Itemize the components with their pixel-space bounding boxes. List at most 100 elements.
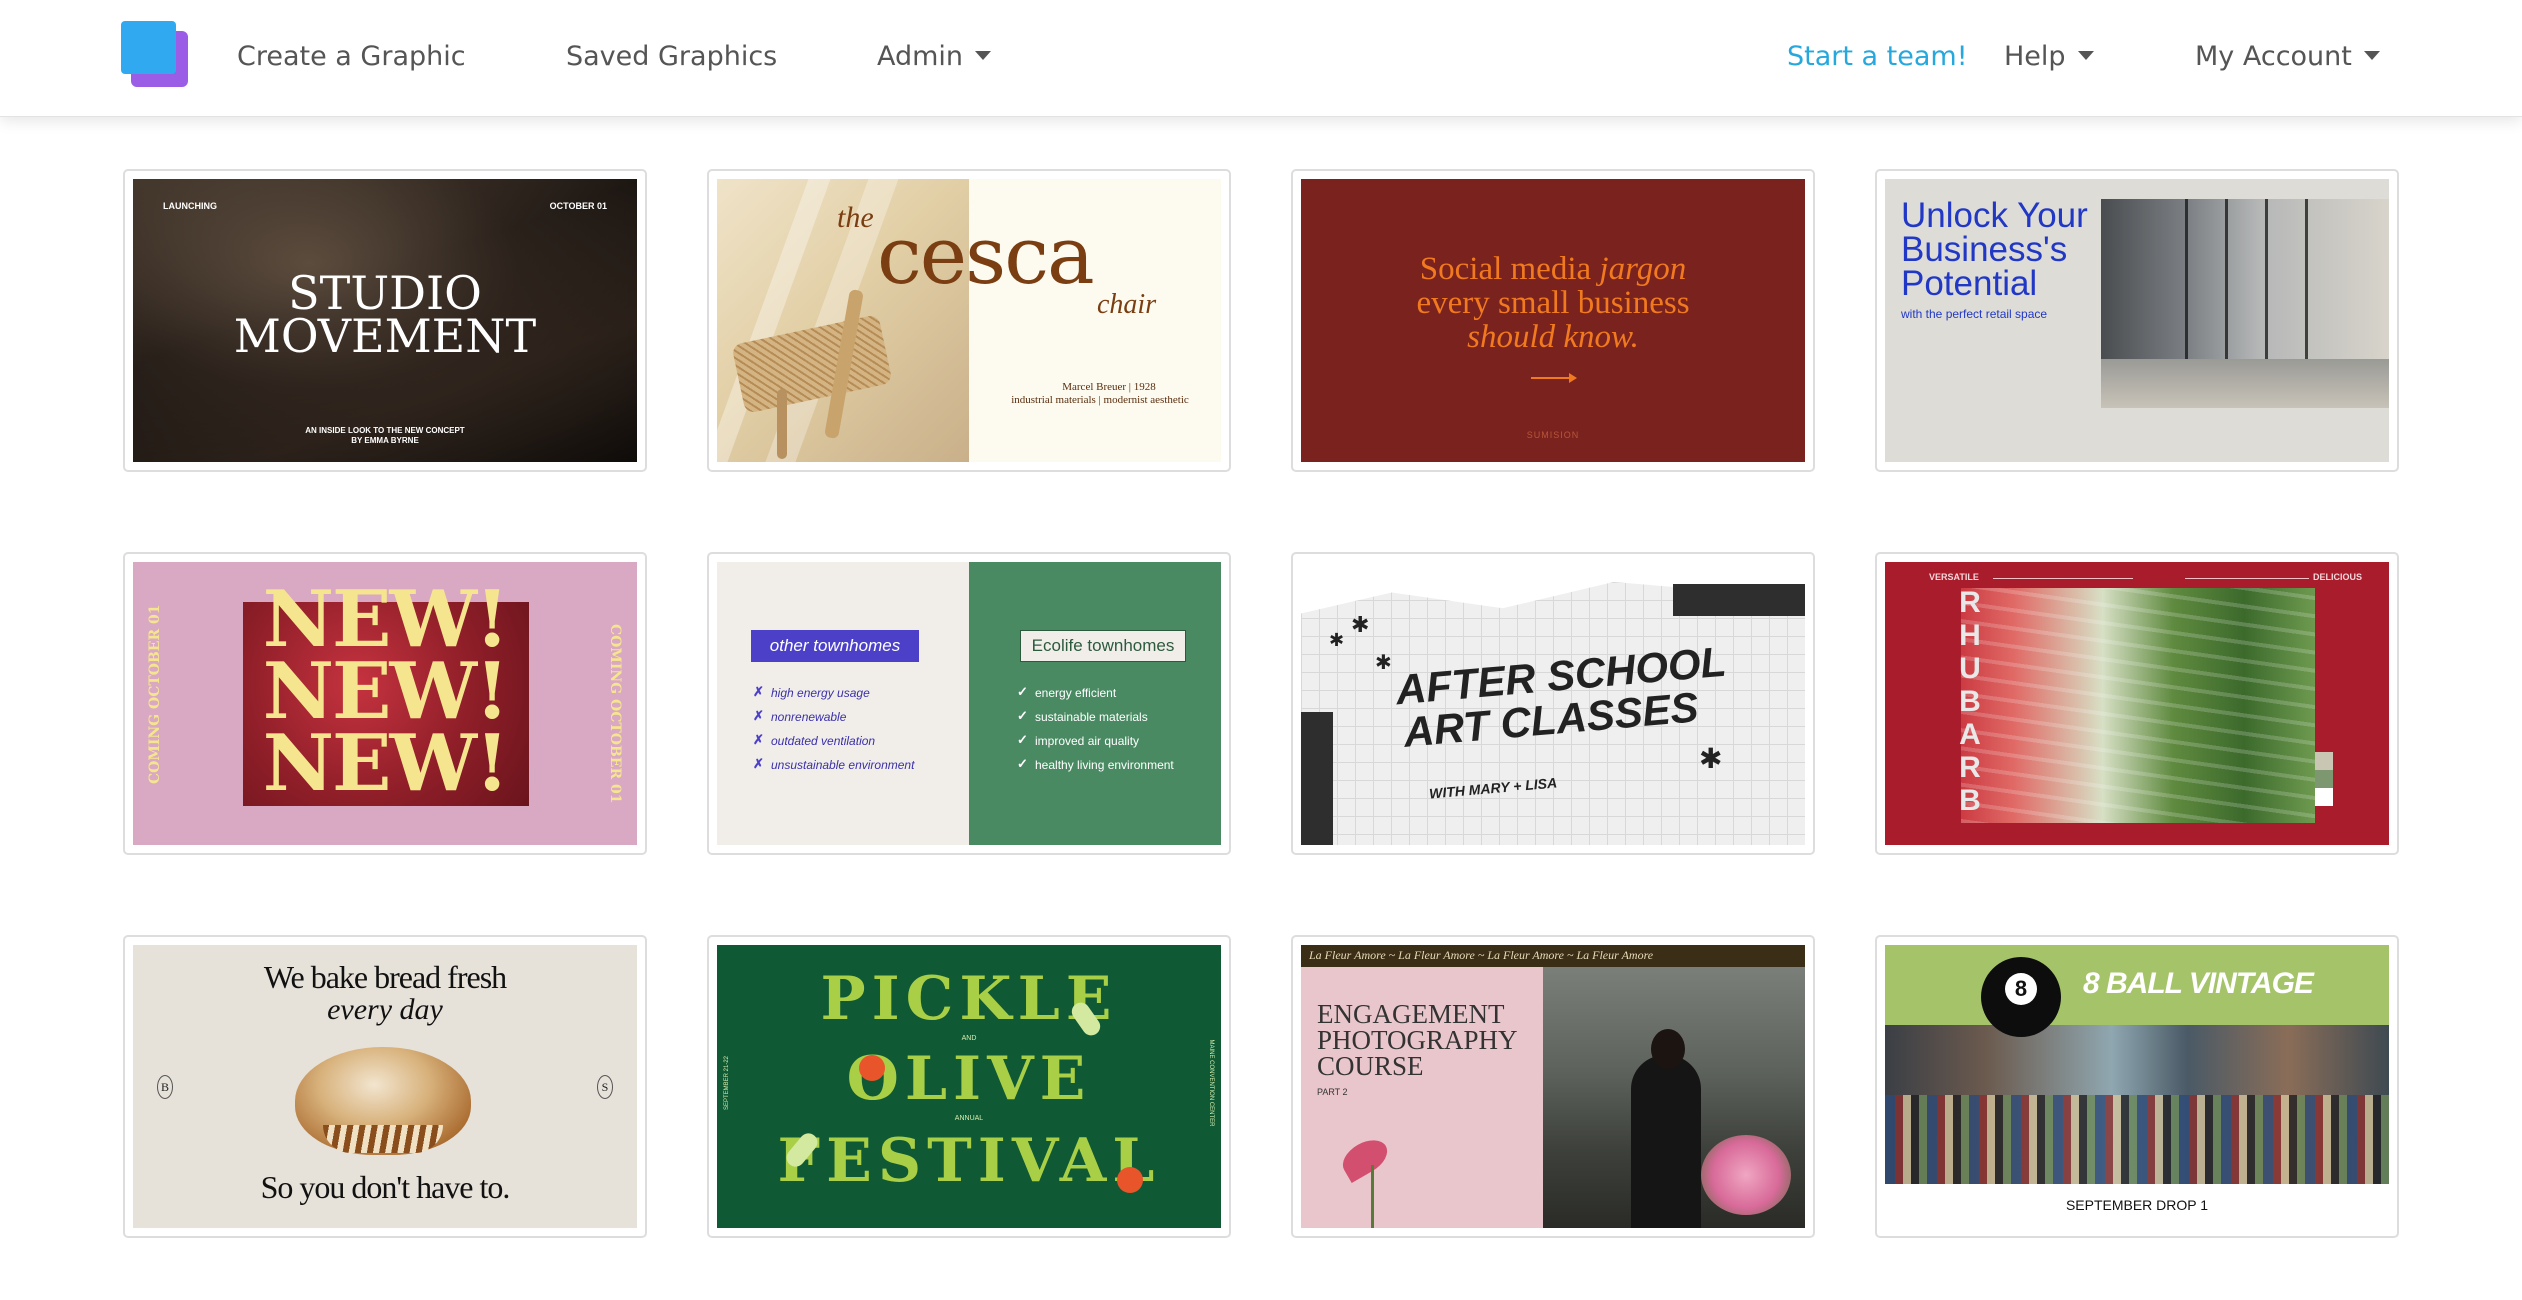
template-card-engagement-photography[interactable]: La Fleur Amore ~ La Fleur Amore ~ La Fle… xyxy=(1291,935,1815,1238)
chevron-down-icon xyxy=(975,51,992,60)
thumb-text: healthy living environment xyxy=(1035,758,1174,772)
black-bar xyxy=(1301,712,1333,845)
divider xyxy=(1993,578,2133,579)
olive-dot xyxy=(1117,1167,1143,1193)
thumb-title: We bake bread fresh xyxy=(263,959,507,995)
flower-petal xyxy=(1336,1133,1394,1183)
thumb-badge: B xyxy=(157,1075,173,1099)
template-card-rhubarb[interactable]: VERSATILE DELICIOUS R H U B A R B xyxy=(1875,552,2399,855)
thumb-text: ANNUAL xyxy=(954,1115,984,1122)
thumb-title: every day xyxy=(327,993,443,1026)
thumb-text: OCTOBER 01 xyxy=(549,201,607,211)
template-card-pickle-olive-festival[interactable]: PICKLE AND OLIVE ANNUAL FESTIVAL SEPTEMB… xyxy=(707,935,1231,1238)
thumb-text: jargon xyxy=(1599,251,1687,287)
thumb-title: PICKLE xyxy=(820,964,1118,1034)
thumb-letter: R xyxy=(1959,751,1981,784)
chevron-down-icon xyxy=(2363,51,2380,60)
bread-crust xyxy=(323,1125,443,1153)
thumb-text: MAINE CONVENTION CENTER xyxy=(1208,1039,1214,1127)
thumb-letter: A xyxy=(1959,718,1981,751)
thumb-title: So you don't have to. xyxy=(260,1169,511,1205)
black-bar xyxy=(1673,584,1805,616)
nav-help-label: Help xyxy=(2004,41,2066,72)
thumb-title: cesca xyxy=(877,209,1095,302)
thumb-badge: S xyxy=(597,1075,613,1099)
thumb-letter: B xyxy=(1959,784,1981,817)
template-card-unlock-business[interactable]: Unlock Your Business's Potential with th… xyxy=(1875,169,2399,472)
app-logo-icon[interactable] xyxy=(121,21,189,87)
thumb-title: every small business xyxy=(1416,285,1690,321)
couple-silhouette xyxy=(1631,1055,1701,1228)
thumb-title: ENGAGEMENT xyxy=(1317,999,1505,1029)
template-card-studio-movement[interactable]: LAUNCHING OCTOBER 01 STUDIO MOVEMENT AN … xyxy=(123,169,647,472)
thumb-title: should know. xyxy=(1467,319,1639,355)
thumb-text: unsustainable environment xyxy=(771,758,915,772)
thumb-text: COMING OCTOBER 01 xyxy=(147,604,163,784)
thumb-text: PART 2 xyxy=(1317,1087,1348,1097)
template-card-townhomes[interactable]: other townhomes Ecolife townhomes ✗ high… xyxy=(707,552,1231,855)
template-thumbnail: Unlock Your Business's Potential with th… xyxy=(1885,179,2389,462)
nav-my-account-dropdown[interactable]: My Account xyxy=(2195,38,2380,76)
nav-saved-graphics[interactable]: Saved Graphics xyxy=(566,38,777,76)
nav-start-team-link[interactable]: Start a team! xyxy=(1787,38,1968,76)
template-thumbnail: other townhomes Ecolife townhomes ✗ high… xyxy=(717,562,1221,845)
nav-admin-label: Admin xyxy=(877,41,964,72)
office-floor xyxy=(2101,359,2389,408)
thumb-text: VERSATILE xyxy=(1929,572,1979,582)
logo-front-square xyxy=(121,21,176,74)
thumb-text: Social media xyxy=(1419,251,1600,287)
thumb-text: nonrenewable xyxy=(771,710,847,724)
olive-dot xyxy=(859,1055,885,1081)
thumb-text: SEPTEMBER 21-22 xyxy=(724,1055,730,1111)
thumb-text: improved air quality xyxy=(1035,734,1140,748)
thumb-text: chair xyxy=(1097,289,1157,320)
chair-leg xyxy=(777,389,787,459)
template-thumbnail: We bake bread fresh every day So you don… xyxy=(133,945,637,1228)
color-swatch xyxy=(2315,752,2333,770)
thumb-text: industrial materials | modernist aesthet… xyxy=(1011,394,1189,406)
thumb-title: NEW! xyxy=(262,718,510,809)
template-thumbnail: NEW! NEW! NEW! COMING OCTOBER 01 COMING … xyxy=(133,562,637,845)
color-swatch xyxy=(2315,770,2333,788)
check-mark-icon: ✓ xyxy=(1017,732,1028,747)
thumb-text: energy efficient xyxy=(1035,686,1117,700)
thumb-title: Social media jargon xyxy=(1301,251,1805,288)
template-card-social-media-jargon[interactable]: Social media jargon every small business… xyxy=(1291,169,1815,472)
template-thumbnail: LAUNCHING OCTOBER 01 STUDIO MOVEMENT AN … xyxy=(133,179,637,462)
thumb-title: MOVEMENT xyxy=(233,309,537,363)
thumb-text: high energy usage xyxy=(771,686,870,700)
nav-admin-dropdown[interactable]: Admin xyxy=(877,38,992,76)
thumb-text: AND xyxy=(961,1035,977,1042)
sparkle-icon: ✱ xyxy=(1351,612,1370,637)
nav-create-graphic[interactable]: Create a Graphic xyxy=(237,38,466,76)
template-card-art-classes[interactable]: ✱ ✱ ✱ ✱ AFTER SCHOOL ART CLASSES WITH MA… xyxy=(1291,552,1815,855)
top-navbar: Create a Graphic Saved Graphics Admin St… xyxy=(0,0,2522,117)
thumb-text: SUMISION xyxy=(1526,430,1580,440)
thumb-title: Unlock Your xyxy=(1901,196,2088,235)
check-mark-icon: ✓ xyxy=(1017,756,1028,771)
template-card-cesca-chair[interactable]: the cesca chair Marcel Breuer | 1928 ind… xyxy=(707,169,1231,472)
thumb-text: sustainable materials xyxy=(1035,710,1148,724)
template-card-bakery[interactable]: We bake bread fresh every day So you don… xyxy=(123,935,647,1238)
chevron-down-icon xyxy=(2077,51,2094,60)
nav-account-label: My Account xyxy=(2195,41,2352,72)
thumb-text: other townhomes xyxy=(751,630,919,662)
template-thumbnail: PICKLE AND OLIVE ANNUAL FESTIVAL SEPTEMB… xyxy=(717,945,1221,1228)
thumb-title: OLIVE xyxy=(846,1044,1092,1114)
template-thumbnail: ✱ ✱ ✱ ✱ AFTER SCHOOL ART CLASSES WITH MA… xyxy=(1301,562,1805,845)
x-mark-icon: ✗ xyxy=(753,684,764,699)
template-card-new-new-new[interactable]: NEW! NEW! NEW! COMING OCTOBER 01 COMING … xyxy=(123,552,647,855)
x-mark-icon: ✗ xyxy=(753,756,764,771)
check-mark-icon: ✓ xyxy=(1017,708,1028,723)
nav-help-dropdown[interactable]: Help xyxy=(2004,38,2094,76)
arrow-head-icon xyxy=(1569,373,1577,383)
template-card-8-ball-vintage[interactable]: 8 8 BALL VINTAGE SEPTEMBER DROP 1 xyxy=(1875,935,2399,1238)
thumb-text: LAUNCHING xyxy=(163,201,217,211)
template-thumbnail: VERSATILE DELICIOUS R H U B A R B xyxy=(1885,562,2389,845)
thumb-text: outdated ventilation xyxy=(771,734,876,748)
thumb-letter: U xyxy=(1959,652,1981,685)
thumb-text: Ecolife townhomes xyxy=(1020,630,1186,662)
thumb-text: AN INSIDE LOOK TO THE NEW CONCEPT xyxy=(305,426,465,435)
sparkle-icon: ✱ xyxy=(1329,630,1345,650)
thumb-text: BY EMMA BYRNE xyxy=(351,436,419,445)
